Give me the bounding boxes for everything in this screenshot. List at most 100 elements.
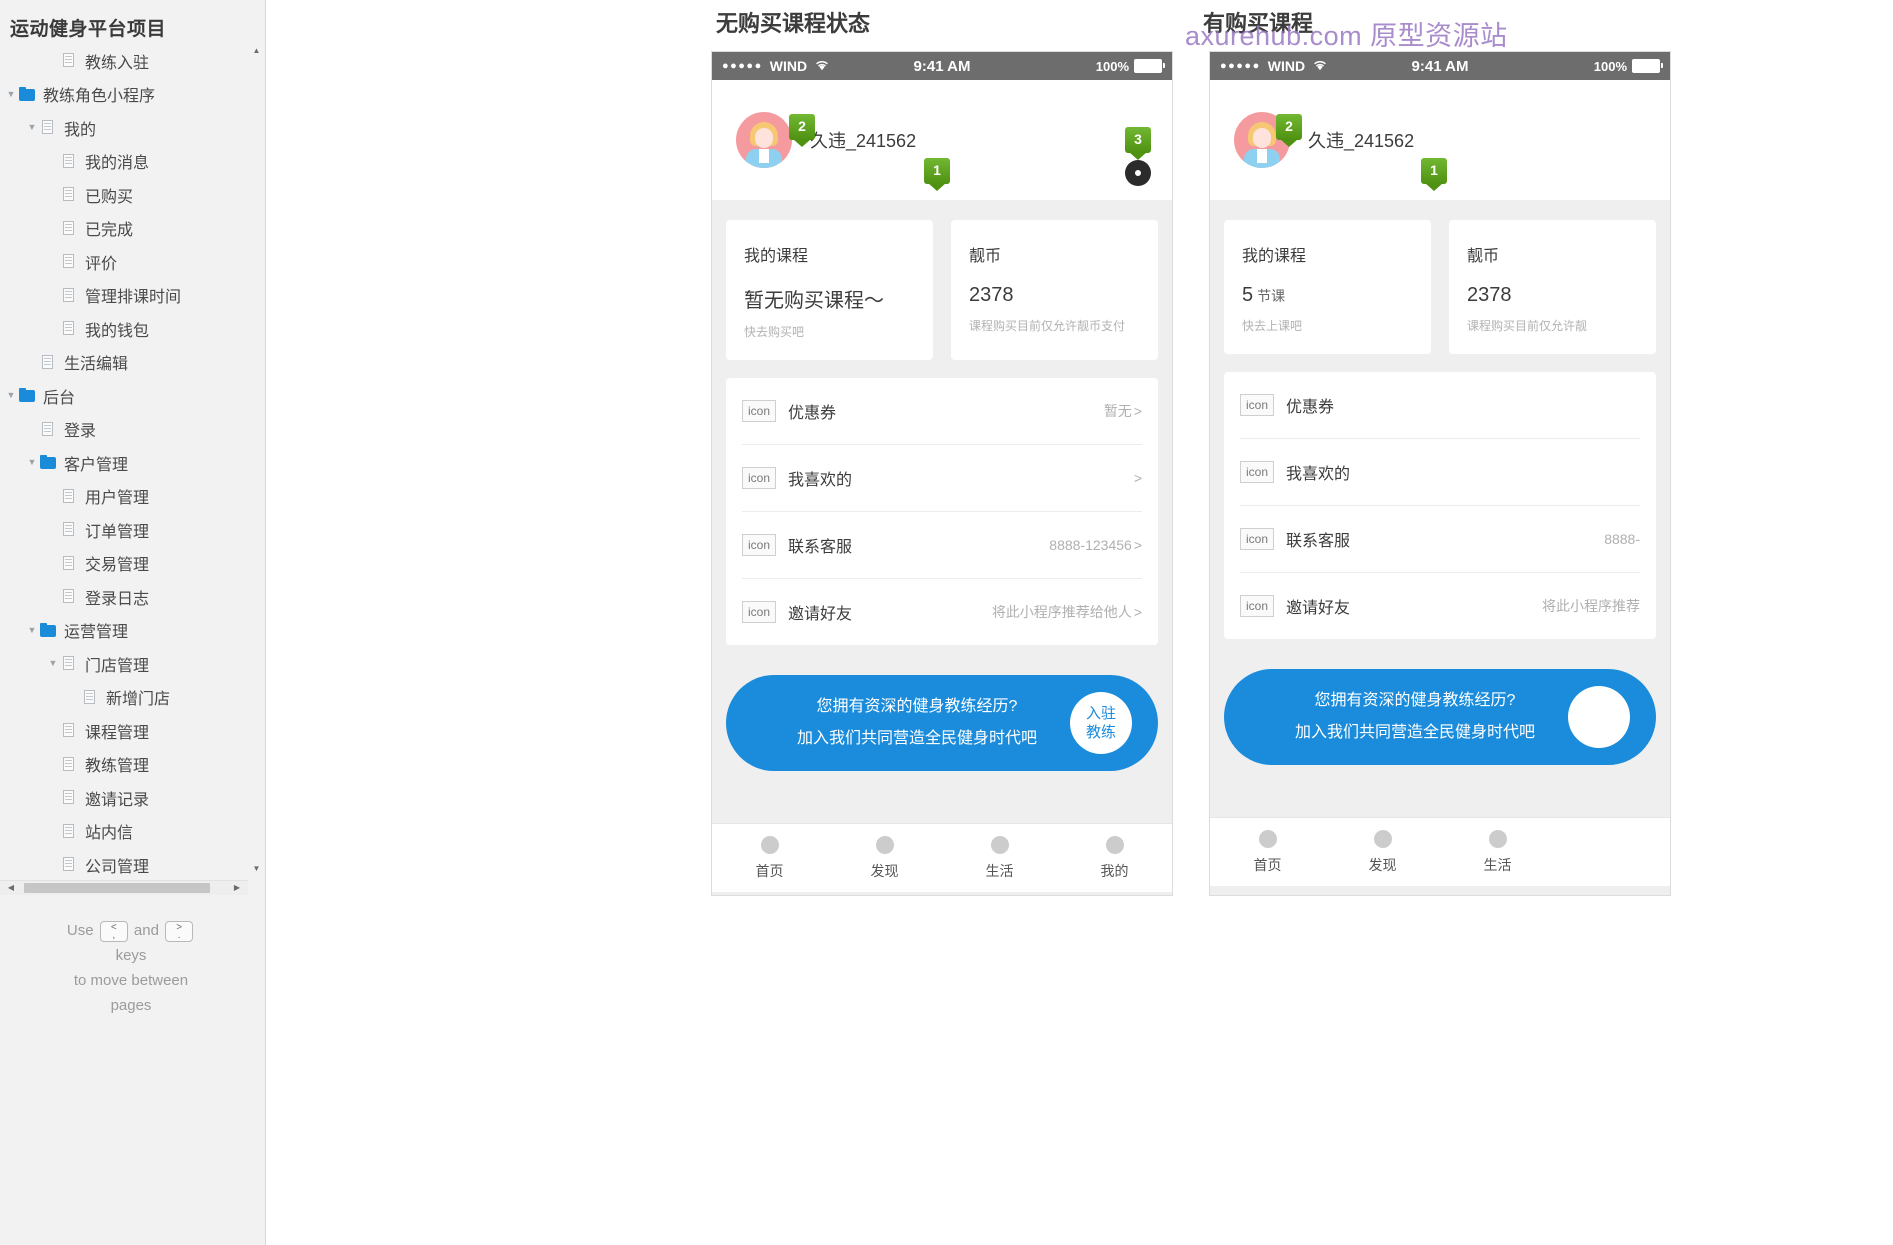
tree-item[interactable]: 我的钱包 [0, 312, 265, 346]
page-icon [60, 53, 78, 68]
tree-item[interactable]: 邀请记录 [0, 781, 265, 815]
tree-item[interactable]: ▼ 后台 [0, 379, 265, 413]
chevron-down-icon[interactable]: ▼ [4, 391, 18, 400]
stat-card-courses[interactable]: 我的课程 暂无购买课程～ 快去购买吧 [726, 220, 933, 360]
tree-item[interactable]: 订单管理 [0, 513, 265, 547]
stat-card-value: 2378 [1467, 284, 1638, 307]
chevron-down-icon[interactable]: ▼ [46, 659, 60, 668]
tree-item[interactable]: 站内信 [0, 815, 265, 849]
coach-signup-banner-left[interactable]: 您拥有资深的健身教练经历? 加入我们共同营造全民健身时代吧 入驻 教练 [726, 675, 1158, 771]
tab-label: 首页 [1253, 856, 1282, 873]
tab-mine[interactable]: 我的 [1057, 835, 1172, 881]
tab-discover[interactable]: 发现 [1325, 829, 1440, 875]
tree-item[interactable]: 课程管理 [0, 714, 265, 748]
chevron-down-icon[interactable]: ▼ [25, 625, 39, 635]
tree-item[interactable]: 生活编辑 [0, 346, 265, 380]
profile-header-right[interactable]: 久违_241562 2 1 [1210, 80, 1670, 200]
cta-line-2: 加入我们共同营造全民健身时代吧 [1294, 724, 1535, 741]
avatar[interactable] [736, 112, 792, 168]
tree-item[interactable]: 已购买 [0, 178, 265, 212]
menu-item-value: 将此小程序推荐 [1542, 598, 1640, 614]
settings-dot-icon[interactable] [1125, 160, 1151, 186]
tab-home[interactable]: 首页 [1210, 829, 1325, 875]
tree-item-label: 我的消息 [85, 155, 150, 173]
tree-item[interactable]: 登录 [0, 413, 265, 447]
stat-card-courses[interactable]: 我的课程 5 节课 快去上课吧 [1224, 220, 1431, 354]
tab-label: 首页 [755, 862, 784, 879]
coupon-icon: icon [1240, 394, 1274, 416]
menu-item-support[interactable]: icon 联系客服 8888-123456 > [742, 512, 1142, 579]
stat-card-coins[interactable]: 靓币 2378 课程购买目前仅允许靓币支付 [951, 220, 1158, 360]
tree-horizontal-scrollbar[interactable]: ◀ ▶ [0, 880, 248, 895]
tab-life[interactable]: 生活 [1440, 829, 1555, 875]
stat-card-coins[interactable]: 靓币 2378 课程购买目前仅允许靓 [1449, 220, 1656, 354]
menu-item-label: 我喜欢的 [1286, 466, 1351, 483]
vertical-scroll-thumb[interactable] [250, 58, 263, 308]
tab-bar-right: 首页 发现 生活 [1210, 817, 1670, 886]
tree-item[interactable]: ▼ 我的 [0, 111, 265, 145]
annotation-marker-1[interactable]: 1 [1421, 158, 1447, 191]
tree-item[interactable]: ▼ 门店管理 [0, 647, 265, 681]
menu-item-favorites[interactable]: icon 我喜欢的 > [742, 445, 1142, 512]
menu-item-favorites[interactable]: icon 我喜欢的 [1240, 439, 1640, 506]
tree-item[interactable]: 用户管理 [0, 480, 265, 514]
phone-mockup-with-course: ●●●●● WIND 9:41 AM 100% 久违_241562 2 1 我的… [1209, 51, 1671, 896]
tree-item[interactable]: 新增门店 [0, 681, 265, 715]
scroll-right-arrow[interactable]: ▶ [230, 881, 244, 895]
tree-item[interactable]: 评价 [0, 245, 265, 279]
status-bar-right-group: 100% [1594, 59, 1663, 74]
annotation-marker-3[interactable]: 3 [1125, 127, 1151, 160]
signal-dots-icon: ●●●●● [1220, 60, 1261, 72]
mine-icon [1105, 835, 1124, 854]
tab-home[interactable]: 首页 [712, 835, 827, 881]
battery-percent-label: 100% [1095, 58, 1129, 74]
cta-badge-button[interactable]: 入驻 教练 [1070, 692, 1132, 754]
tree-item[interactable]: 已完成 [0, 212, 265, 246]
tab-label: 发现 [1368, 856, 1397, 873]
tree-vertical-scrollbar[interactable]: ▲ ▼ [250, 44, 263, 876]
tree-item[interactable]: 教练入驻 [0, 44, 265, 78]
tree-item[interactable]: ▼ 教练角色小程序 [0, 78, 265, 112]
profile-header-left[interactable]: 久违_241562 2 1 3 [712, 80, 1172, 200]
scroll-left-arrow[interactable]: ◀ [4, 881, 18, 895]
stat-card-title: 我的课程 [744, 248, 809, 265]
chevron-down-icon[interactable]: ▼ [25, 458, 39, 467]
page-icon [60, 254, 78, 269]
tree-item-label: 交易管理 [85, 557, 150, 575]
menu-item-support[interactable]: icon 联系客服 8888- [1240, 506, 1640, 573]
tree-item[interactable]: 教练管理 [0, 748, 265, 782]
tab-discover[interactable]: 发现 [827, 835, 942, 881]
menu-item-label: 邀请好友 [1286, 600, 1351, 617]
annotation-marker-2[interactable]: 2 [789, 114, 815, 147]
menu-item-invite[interactable]: icon 邀请好友 将此小程序推荐给他人 > [742, 579, 1142, 645]
tree-item[interactable]: 交易管理 [0, 547, 265, 581]
tree-item[interactable]: 登录日志 [0, 580, 265, 614]
tree-item[interactable]: 管理排课时间 [0, 279, 265, 313]
annotation-marker-1[interactable]: 1 [924, 158, 950, 191]
horizontal-scroll-thumb[interactable] [24, 883, 210, 893]
page-tree[interactable]: 教练入驻 ▼ 教练角色小程序 ▼ 我的我的消息已购买 已完成 评价 管理排课时间 我的钱包生活编… [0, 44, 265, 876]
headset-icon: icon [1240, 528, 1274, 550]
tree-item-label: 生活编辑 [64, 356, 129, 374]
tree-item[interactable]: ▼ 运营管理 [0, 614, 265, 648]
scroll-down-arrow[interactable]: ▼ [250, 862, 263, 876]
headset-icon: icon [742, 534, 776, 556]
coach-signup-banner-right[interactable]: 您拥有资深的健身教练经历? 加入我们共同营造全民健身时代吧 [1224, 669, 1656, 765]
page-icon [60, 756, 78, 772]
tree-item[interactable]: 公司管理 [0, 848, 265, 876]
tree-item[interactable]: ▼ 客户管理 [0, 446, 265, 480]
menu-item-invite[interactable]: icon 邀请好友 将此小程序推荐 [1240, 573, 1640, 639]
cta-badge-button[interactable] [1568, 686, 1630, 748]
menu-item-coupon[interactable]: icon 优惠券 暂无 > [742, 378, 1142, 445]
chevron-right-icon: > [1133, 604, 1142, 620]
home-icon [760, 835, 779, 854]
chevron-down-icon[interactable]: ▼ [25, 123, 39, 132]
annotation-marker-2[interactable]: 2 [1276, 114, 1302, 147]
chevron-right-icon: > [1133, 537, 1142, 553]
tree-item[interactable]: 我的消息 [0, 145, 265, 179]
menu-item-coupon[interactable]: icon 优惠券 [1240, 372, 1640, 439]
tab-life[interactable]: 生活 [942, 835, 1057, 881]
stat-card-sub: 快去上课吧 [1242, 319, 1303, 333]
scroll-up-arrow[interactable]: ▲ [250, 44, 263, 58]
chevron-down-icon[interactable]: ▼ [4, 89, 18, 99]
